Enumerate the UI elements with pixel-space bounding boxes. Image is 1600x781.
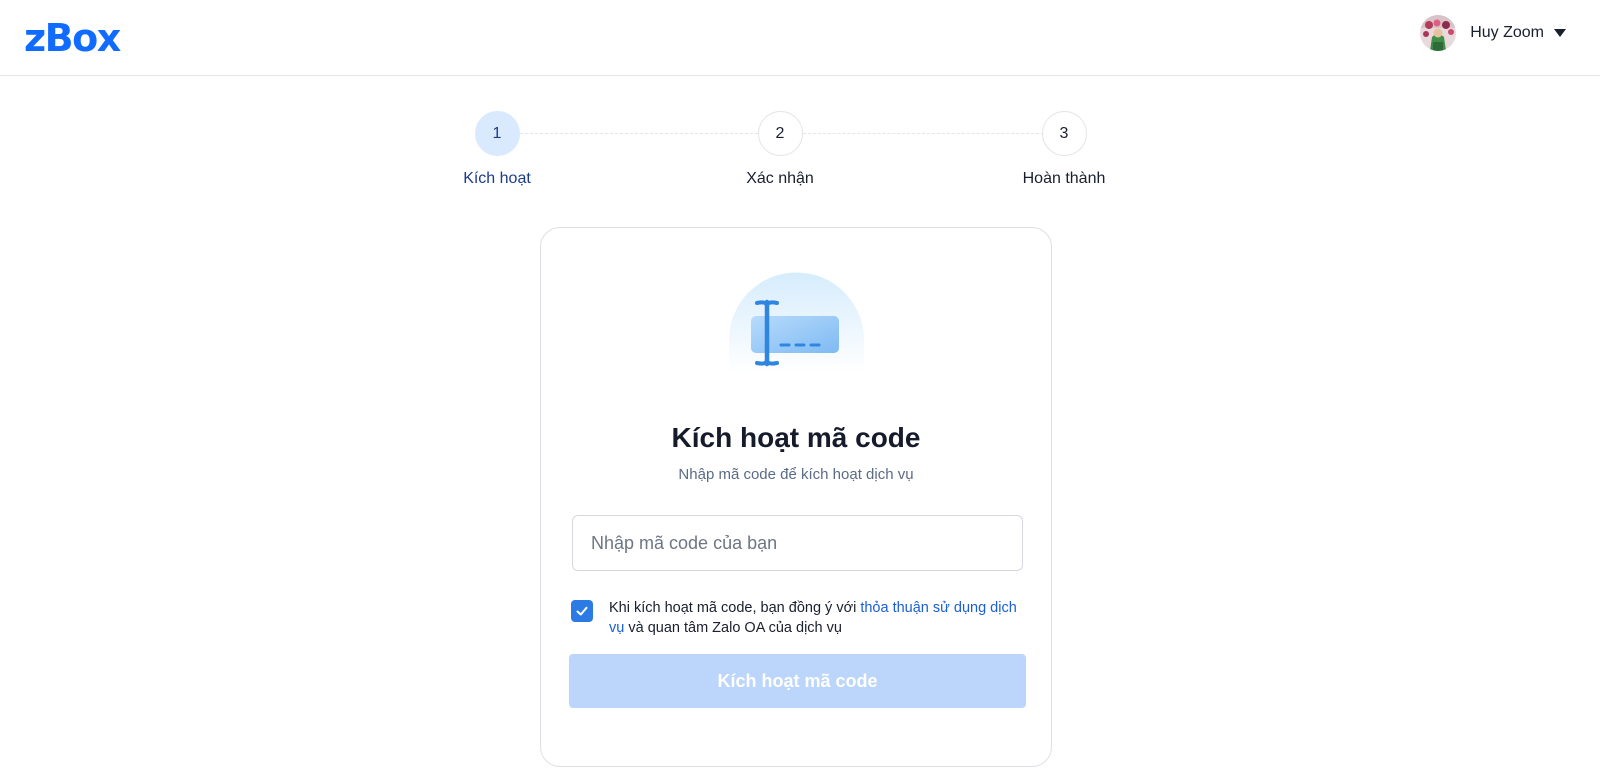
user-avatar	[1420, 15, 1457, 51]
step-number: 2	[757, 111, 803, 156]
top-header: zBox Huy Zoom	[0, 0, 1600, 76]
activate-code-button[interactable]: Kích hoạt mã code	[569, 654, 1026, 708]
step-number: 1	[474, 111, 520, 156]
code-input-illustration-icon	[729, 268, 864, 373]
step-label: Xác nhận	[746, 170, 814, 187]
user-name: Huy Zoom	[1470, 24, 1544, 41]
code-input[interactable]	[572, 515, 1023, 571]
agreement-text-before: Khi kích hoạt mã code, bạn đồng ý với	[609, 600, 861, 616]
agreement-text-after: và quan tâm Zalo OA của dịch vụ	[624, 620, 842, 636]
step-label: Kích hoạt	[463, 170, 531, 187]
user-menu[interactable]: Huy Zoom	[1420, 15, 1566, 51]
step-number: 3	[1041, 111, 1087, 156]
step-complete: 3 Hoàn thành	[994, 111, 1134, 188]
progress-stepper: 1 Kích hoạt 2 Xác nhận 3 Hoàn thành	[0, 111, 1600, 191]
activation-card: Kích hoạt mã code Nhập mã code để kích h…	[540, 227, 1052, 767]
step-label: Hoàn thành	[1022, 170, 1106, 187]
check-icon	[576, 606, 588, 616]
agreement-row: Khi kích hoạt mã code, bạn đồng ý với th…	[571, 598, 1021, 638]
agreement-text: Khi kích hoạt mã code, bạn đồng ý với th…	[609, 598, 1021, 638]
card-title: Kích hoạt mã code	[671, 422, 921, 453]
card-subtitle: Nhập mã code để kích hoạt dịch vụ	[678, 466, 914, 483]
agree-checkbox[interactable]	[571, 600, 593, 622]
step-confirm: 2 Xác nhận	[710, 111, 850, 188]
caret-down-icon[interactable]	[1554, 29, 1566, 37]
zbox-logo[interactable]: zBox	[24, 14, 121, 62]
step-activate: 1 Kích hoạt	[427, 111, 567, 188]
